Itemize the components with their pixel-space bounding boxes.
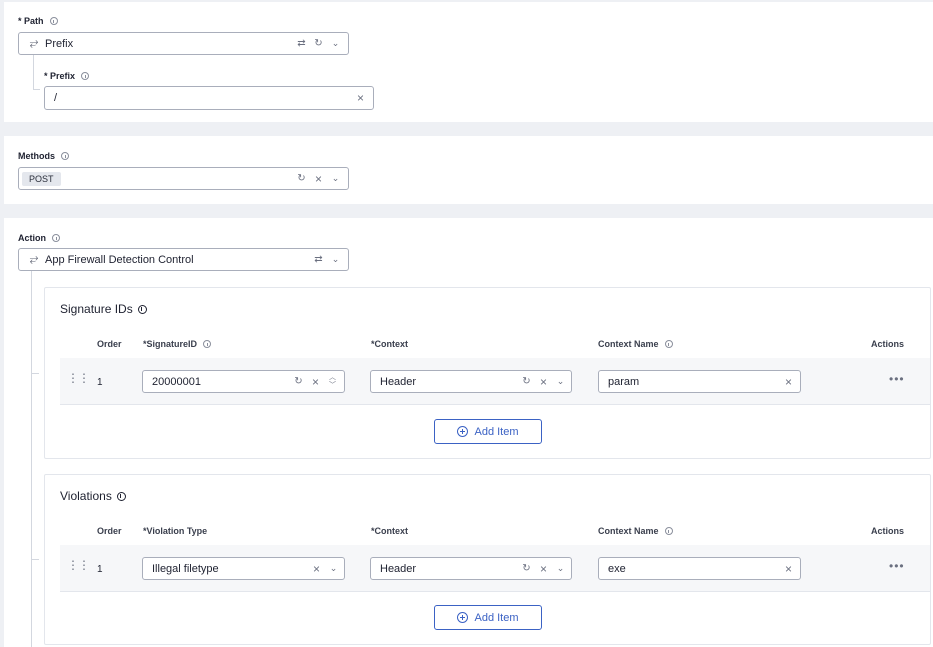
col-context: *Context (371, 526, 409, 536)
methods-section: Methods POST ↻ × ⌄ (4, 136, 933, 204)
drag-handle-icon[interactable]: ⋮⋮ (67, 372, 90, 384)
branch-icon: ⥂ (29, 37, 39, 49)
violations-card: Violations Order *Violation Type *Contex… (44, 474, 931, 645)
refresh-icon[interactable]: ↻ (518, 563, 535, 574)
add-item-button[interactable]: Add Item (434, 419, 542, 444)
add-item-button[interactable]: Add Item (434, 605, 542, 630)
info-icon (664, 340, 673, 348)
col-context: *Context (371, 339, 409, 349)
tree-connector (31, 373, 39, 374)
table-row: ⋮⋮ 1 Illegal filetype × ⌄ Header ↻ × ⌄ e… (60, 545, 930, 592)
info-icon (203, 340, 212, 348)
context-name-input[interactable]: param × (598, 370, 801, 393)
col-actions: Actions (871, 339, 905, 349)
table-row: ⋮⋮ 1 20000001 ↻ × ︿ ﹀ Header ↻ × ⌄ param … (60, 358, 930, 405)
tree-connector (31, 559, 39, 560)
refresh-icon[interactable]: ↻ (293, 173, 310, 184)
swap-icon[interactable]: ⇄ (310, 254, 327, 265)
chevron-down-icon[interactable]: ⌄ (327, 38, 344, 49)
chevron-down-icon[interactable]: ⌄ (327, 173, 344, 184)
col-context-name: Context Name (598, 526, 673, 536)
col-violation-type: *Violation Type (143, 526, 208, 536)
info-icon (49, 17, 58, 25)
col-context-name: Context Name (598, 339, 673, 349)
clear-icon[interactable]: × (780, 375, 797, 389)
chevron-down-icon[interactable]: ⌄ (552, 376, 569, 387)
context-select[interactable]: Header ↻ × ⌄ (370, 557, 572, 580)
col-order: Order (97, 339, 122, 349)
chevron-down-icon[interactable]: ⌄ (325, 563, 342, 574)
chevron-down-icon[interactable]: ⌄ (552, 563, 569, 574)
col-signature-id: *SignatureID (143, 339, 212, 349)
prefix-label: * Prefix (44, 71, 90, 81)
info-icon (61, 152, 69, 160)
signature-id-input[interactable]: 20000001 ↻ × ︿ ﹀ (142, 370, 345, 393)
method-tag[interactable]: POST (22, 171, 61, 186)
info-icon (81, 72, 90, 80)
clear-icon[interactable]: × (780, 562, 797, 576)
clear-icon[interactable]: × (535, 562, 552, 576)
row-order: 1 (97, 377, 103, 388)
clear-icon[interactable]: × (535, 375, 552, 389)
tree-connector (33, 89, 40, 90)
info-icon (137, 304, 147, 314)
more-actions-icon[interactable]: ••• (889, 559, 905, 573)
info-icon (116, 491, 126, 501)
drag-handle-icon[interactable]: ⋮⋮ (67, 559, 90, 571)
tree-connector (31, 271, 32, 647)
clear-icon[interactable]: × (352, 91, 369, 105)
path-select[interactable]: ⥂ Prefix ⇄ ↻ ⌄ (18, 32, 349, 55)
signature-ids-card: Signature IDs Order *SignatureID *Contex… (44, 287, 931, 459)
plus-circle-icon (457, 612, 469, 623)
tree-connector (33, 55, 34, 90)
signature-ids-title: Signature IDs (60, 302, 147, 316)
refresh-icon[interactable]: ↻ (310, 38, 327, 49)
violations-title: Violations (60, 489, 126, 503)
path-section: * Path ⥂ Prefix ⇄ ↻ ⌄ * Prefix / × (4, 2, 933, 122)
stepper-icon[interactable]: ︿ ﹀ (324, 374, 341, 390)
clear-icon[interactable]: × (307, 375, 324, 389)
branch-icon: ⥂ (29, 253, 39, 265)
refresh-icon[interactable]: ↻ (518, 376, 535, 387)
col-actions: Actions (871, 526, 905, 536)
methods-select[interactable]: POST ↻ × ⌄ (18, 167, 349, 190)
info-icon (664, 527, 673, 535)
info-icon (52, 234, 60, 242)
more-actions-icon[interactable]: ••• (889, 372, 905, 386)
context-select[interactable]: Header ↻ × ⌄ (370, 370, 572, 393)
clear-icon[interactable]: × (310, 172, 327, 186)
prefix-input[interactable]: / × (44, 86, 374, 110)
clear-icon[interactable]: × (308, 562, 325, 576)
refresh-icon[interactable]: ↻ (290, 376, 307, 387)
violation-type-select[interactable]: Illegal filetype × ⌄ (142, 557, 345, 580)
action-select[interactable]: ⥂ App Firewall Detection Control ⇄ ⌄ (18, 248, 349, 271)
context-name-input[interactable]: exe × (598, 557, 801, 580)
swap-icon[interactable]: ⇄ (293, 38, 310, 49)
col-order: Order (97, 526, 122, 536)
path-label: * Path (18, 16, 58, 26)
methods-label: Methods (18, 151, 69, 161)
plus-circle-icon (457, 426, 469, 437)
action-label: Action (18, 233, 60, 243)
chevron-down-icon[interactable]: ⌄ (327, 254, 344, 265)
row-order: 1 (97, 564, 103, 575)
